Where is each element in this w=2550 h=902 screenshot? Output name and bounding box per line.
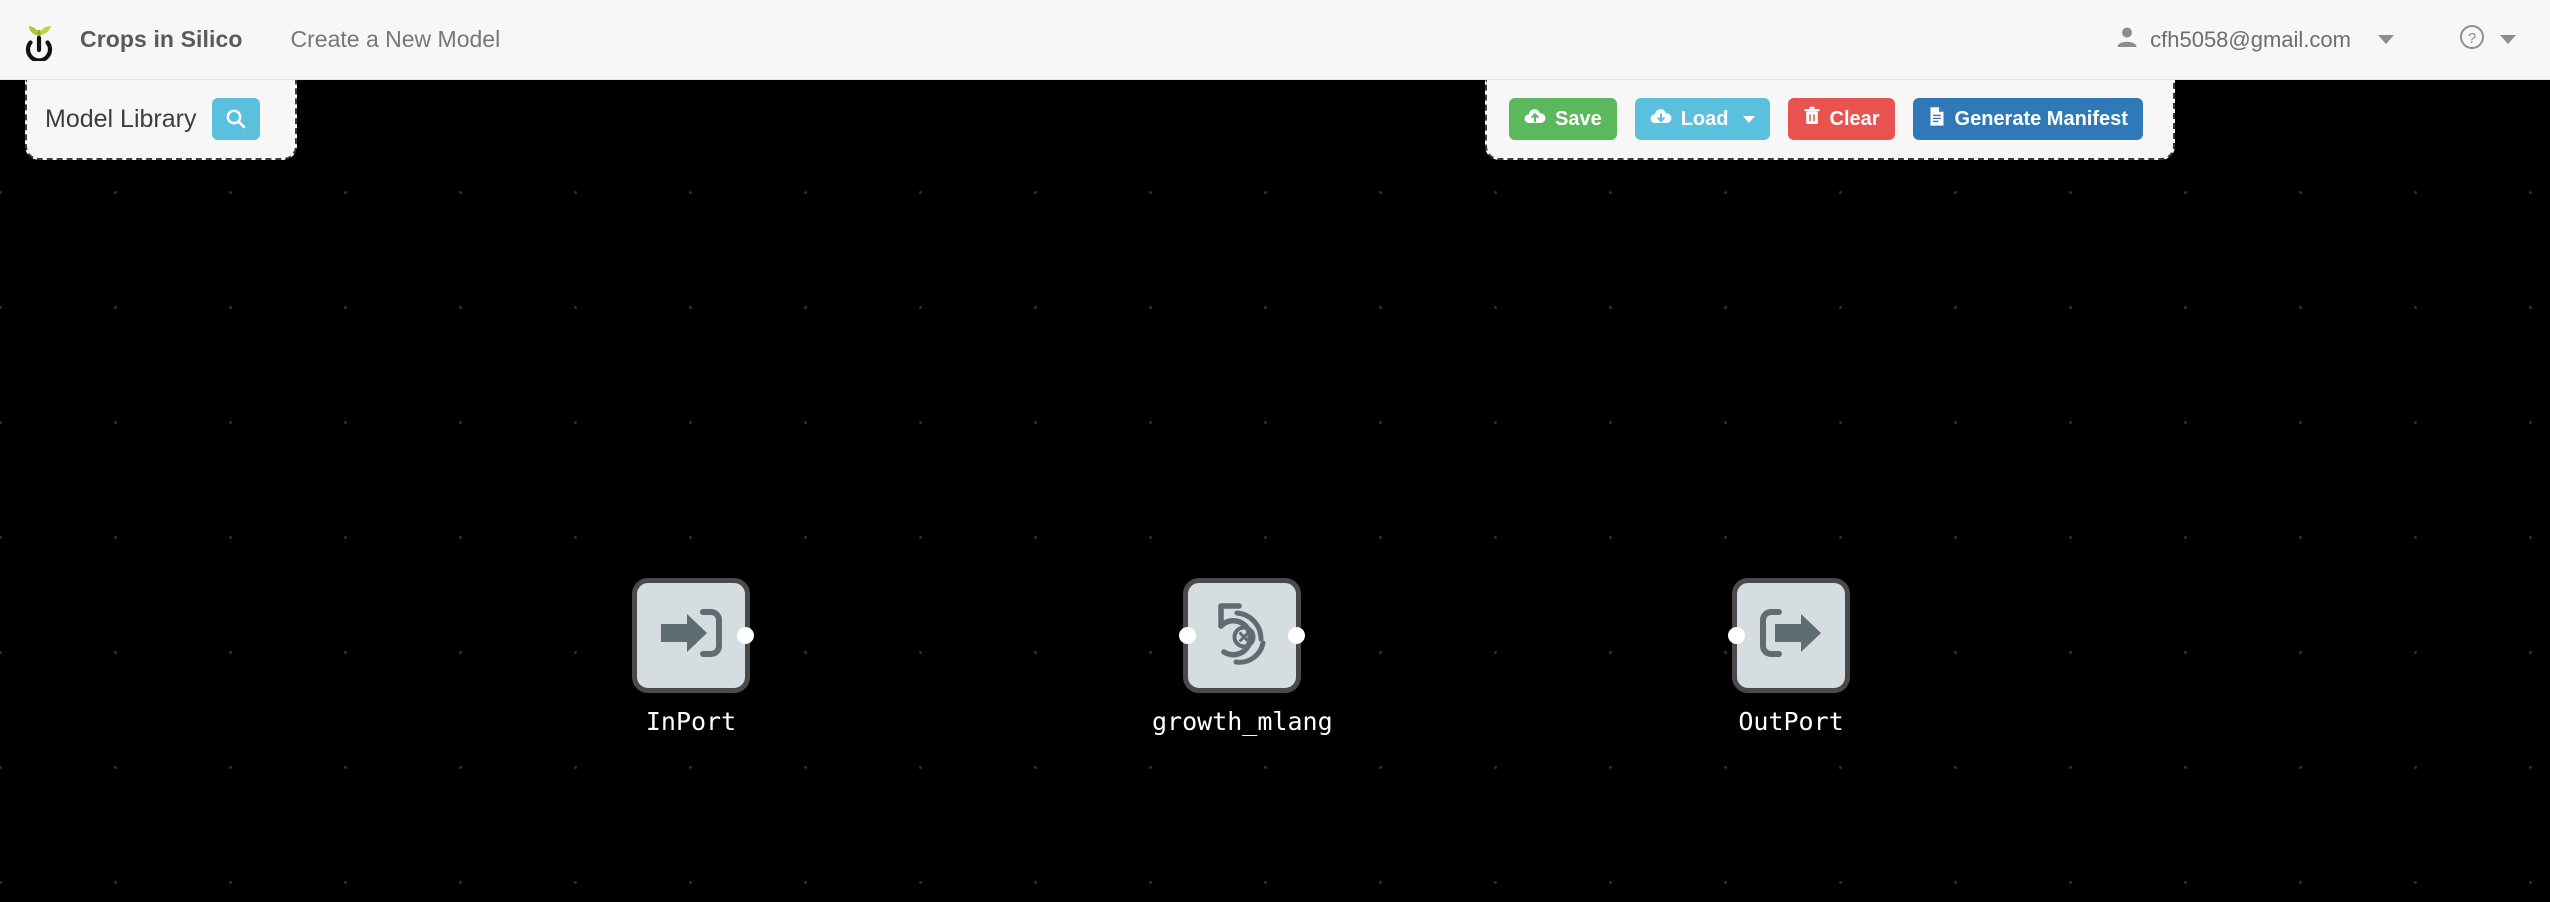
sprout-power-logo-icon	[18, 18, 60, 62]
generate-manifest-button[interactable]: Generate Manifest	[1912, 98, 2143, 140]
model-library-title: Model Library	[45, 104, 197, 133]
node-label: OutPort	[1738, 707, 1844, 736]
user-menu[interactable]: cfh5058@gmail.com	[2107, 20, 2404, 59]
node-port-out[interactable]	[1288, 627, 1306, 644]
node-box[interactable]	[1728, 578, 1850, 693]
graph-node-outport[interactable]: OutPort	[1728, 578, 1850, 736]
generate-manifest-button-label: Generate Manifest	[1954, 107, 2128, 130]
header-right-group: cfh5058@gmail.com ?	[2107, 17, 2524, 62]
node-box[interactable]	[1179, 578, 1306, 693]
node-port-out[interactable]	[737, 627, 754, 644]
help-circle-icon: ?	[2458, 23, 2486, 56]
node-label: InPort	[645, 707, 737, 736]
mlang-five-logo-icon	[1206, 597, 1278, 674]
trash-icon	[1803, 106, 1821, 132]
graph-node-inport[interactable]: InPort	[632, 578, 754, 736]
clear-button-label: Clear	[1829, 107, 1880, 130]
graph-node-growth-mlang[interactable]: growth_mlang	[1152, 578, 1333, 736]
document-icon	[1928, 106, 1946, 133]
app-header: Crops in Silico Create a New Model cfh50…	[0, 0, 2550, 80]
search-icon[interactable]	[212, 98, 261, 140]
chevron-down-icon	[2378, 35, 2394, 44]
sign-in-arrow-icon	[659, 604, 723, 667]
svg-text:?: ?	[2468, 30, 2476, 47]
help-menu[interactable]: ?	[2450, 17, 2524, 62]
load-button-label: Load	[1680, 107, 1729, 130]
node-port-in[interactable]	[1728, 627, 1745, 644]
node-port-in[interactable]	[1179, 627, 1197, 644]
node-box[interactable]	[632, 578, 754, 693]
page-title: Create a New Model	[290, 26, 501, 52]
cloud-download-icon	[1650, 107, 1672, 131]
model-toolbar-panel: Save Load Clear Generate Manifest	[1485, 80, 2175, 160]
sign-out-arrow-icon	[1759, 604, 1823, 667]
node-label: growth_mlang	[1152, 707, 1333, 736]
application-root: Crops in Silico Create a New Model cfh50…	[0, 0, 2550, 902]
chevron-down-icon	[2500, 35, 2516, 44]
user-email-label: cfh5058@gmail.com	[2150, 26, 2351, 52]
chevron-down-icon	[1742, 115, 1755, 123]
load-button[interactable]: Load	[1634, 98, 1770, 140]
clear-button[interactable]: Clear	[1787, 98, 1895, 140]
model-library-panel: Model Library	[25, 80, 297, 160]
cloud-upload-icon	[1524, 107, 1546, 131]
brand-title: Crops in Silico	[80, 26, 243, 52]
save-button-label: Save	[1555, 107, 1602, 130]
save-button[interactable]: Save	[1509, 98, 1617, 140]
user-icon	[2117, 26, 2137, 53]
